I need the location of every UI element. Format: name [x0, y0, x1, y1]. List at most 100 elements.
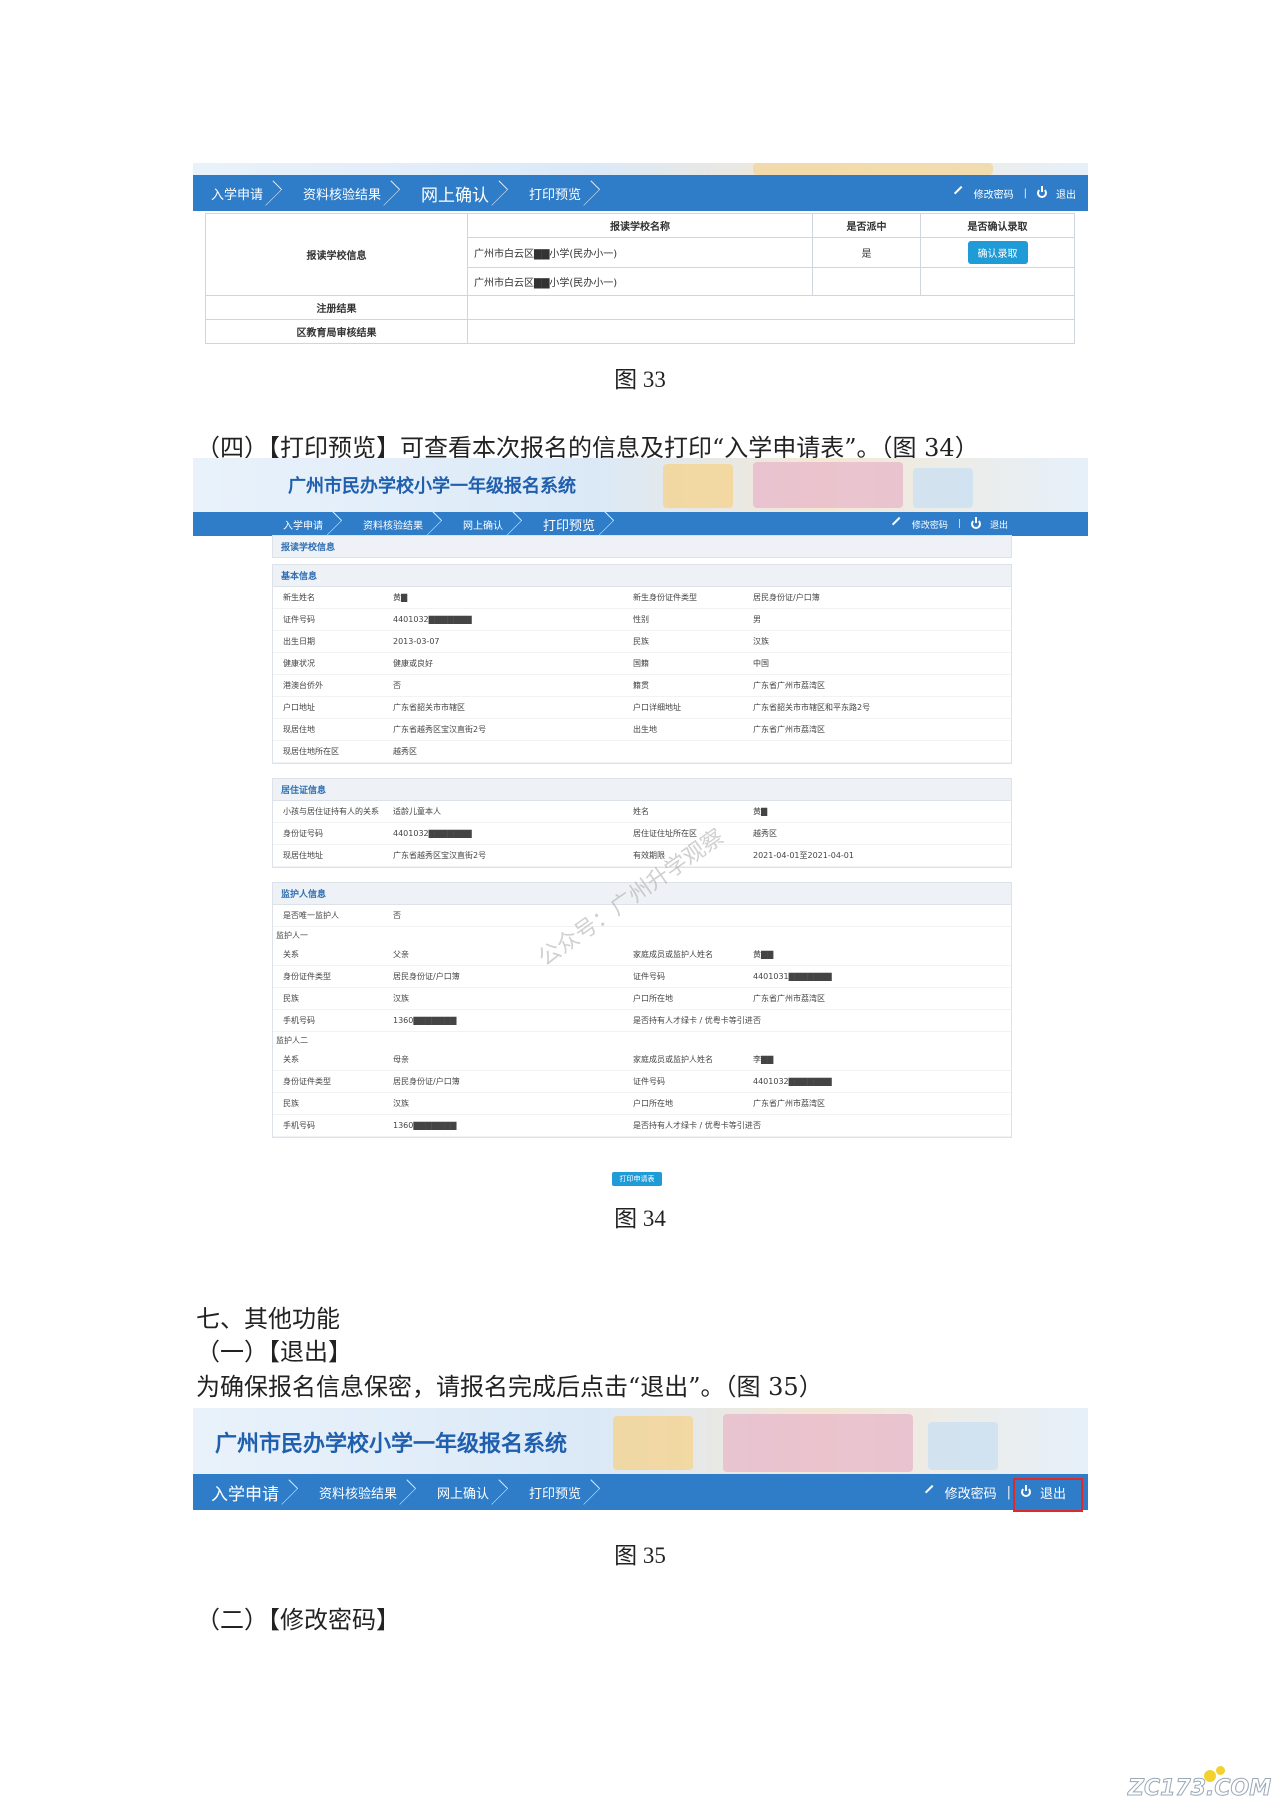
power-icon: [1037, 186, 1047, 198]
field-label: 出生日期: [283, 637, 315, 646]
nav-tab-verification[interactable]: 资料核验结果: [285, 175, 403, 211]
form-row: 手机号码 1360▇▇▇▇▇▇▇ 是否持有人才绿卡 / 优粤卡等引进人才证件否: [273, 1010, 1011, 1032]
field-label: 是否持有人才绿卡 / 优粤卡等引进人才证件: [633, 1016, 753, 1025]
application-preview-form: 报读学校信息 基本信息 新生姓名 黄▇ 新生身份证件类型 居民身份证/户口簿 证件号码 4…: [272, 535, 1012, 1138]
field-value: 适龄儿童本人: [393, 807, 441, 816]
field-label: 身份证件类型: [283, 1077, 331, 1086]
nav-tab-application[interactable]: 入学申请: [265, 512, 345, 536]
banner-decoration: [913, 468, 973, 508]
field-label: 关系: [283, 1055, 299, 1064]
logout-link[interactable]: 退出: [990, 518, 1008, 531]
field-value: 否: [753, 1121, 761, 1130]
field-label: 家庭成员或监护人姓名: [633, 1055, 713, 1064]
district-review-value: [467, 319, 1075, 344]
form-row: 出生日期 2013-03-07 民族 汉族: [273, 631, 1011, 653]
nav-tab-application[interactable]: 入学申请: [193, 1474, 301, 1510]
nav-tab-verification[interactable]: 资料核验结果: [345, 512, 445, 536]
school2-assigned: [812, 267, 921, 296]
field-label: 民族: [633, 637, 649, 646]
field-value: 黄▇: [393, 593, 408, 602]
fig34-caption: 图 34: [614, 1206, 666, 1231]
field-label: 民族: [283, 994, 299, 1003]
field-label: 籍贯: [633, 681, 649, 690]
section-residence-permit: 居住证信息 小孩与居住证持有人的关系 适龄儿童本人 姓名 黄▇ 身份证号码 4401032…: [272, 778, 1012, 868]
banner-decoration: [753, 462, 903, 508]
field-value: 广东省广州市荔湾区: [753, 725, 825, 734]
fig33-caption: 图 33: [614, 367, 666, 392]
logout-link[interactable]: 退出: [1056, 186, 1076, 201]
banner-decoration: [723, 1414, 913, 1472]
school1-name: 广州市白云区▇▇小学(民办小一): [467, 237, 813, 268]
field-value: 4401032▇▇▇▇▇▇▇: [393, 615, 472, 624]
field-label: 现居住地: [283, 725, 315, 734]
field-label: 出生地: [633, 725, 657, 734]
form-row: 民族 汉族 户口所在地 广东省广州市荔湾区: [273, 988, 1011, 1010]
col-confirm: 是否确认录取: [920, 213, 1075, 238]
pencil-icon: [891, 516, 906, 532]
change-password-link[interactable]: 修改密码: [974, 186, 1014, 201]
field-value: 4401032▇▇▇▇▇▇▇: [753, 1077, 832, 1086]
field-value: 汉族: [393, 1099, 409, 1108]
school-confirm-table: 报读学校信息 报读学校名称 是否派中 是否确认录取 广州市白云区▇▇小学(民办小…: [205, 213, 1075, 344]
form-row: 现居住地 广东省越秀区宝汉直街2号 出生地 广东省广州市荔湾区: [273, 719, 1011, 741]
change-password-link[interactable]: 修改密码: [945, 1483, 997, 1502]
field-value: 汉族: [393, 994, 409, 1003]
site-logo: ZC173.COM: [1127, 1776, 1272, 1802]
change-password-link[interactable]: 修改密码: [912, 518, 948, 531]
nav-tab-online-confirm[interactable]: 网上确认: [403, 175, 511, 211]
form-row: 关系 母亲 家庭成员或监护人姓名 李▇▇: [273, 1049, 1011, 1071]
nav-tab-print-preview[interactable]: 打印预览: [511, 175, 603, 211]
nav-tab-print-preview[interactable]: 打印预览: [511, 1474, 603, 1510]
form-row: 小孩与居住证持有人的关系 适龄儿童本人 姓名 黄▇: [273, 801, 1011, 823]
nav-tab-online-confirm[interactable]: 网上确认: [419, 1474, 511, 1510]
field-label: 证件号码: [633, 1077, 665, 1086]
field-label: 性别: [633, 615, 649, 624]
form-row: 现居住地所在区 越秀区: [273, 741, 1011, 763]
fig34-nav-bar: 入学申请 资料核验结果 网上确认 打印预览 修改密码 | 退出: [193, 512, 1088, 536]
confirm-admission-button[interactable]: 确认录取: [967, 241, 1028, 264]
nav-tab-verification[interactable]: 资料核验结果: [301, 1474, 419, 1510]
form-row: 民族 汉族 户口所在地 广东省广州市荔湾区: [273, 1093, 1011, 1115]
section-basic-info: 基本信息 新生姓名 黄▇ 新生身份证件类型 居民身份证/户口簿 证件号码 4401032▇…: [272, 564, 1012, 764]
field-value: 广东省广州市荔湾区: [753, 994, 825, 1003]
field-label: 关系: [283, 950, 299, 959]
field-value: 母亲: [393, 1055, 409, 1064]
field-value: 广东省越秀区宝汉直街2号: [393, 851, 487, 860]
field-label: 户口地址: [283, 703, 315, 712]
field-label: 国籍: [633, 659, 649, 668]
field-value: 广东省广州市荔湾区: [753, 681, 825, 690]
field-label: 姓名: [633, 807, 649, 816]
field-value: 1360▇▇▇▇▇▇▇: [393, 1121, 457, 1130]
field-value: 广东省韶关市市辖区: [393, 703, 465, 712]
field-value: 广东省广州市荔湾区: [753, 1099, 825, 1108]
guardian1-title: 监护人一: [276, 931, 308, 940]
banner-decoration: [663, 464, 733, 508]
col-assigned: 是否派中: [812, 213, 921, 238]
field-label: 民族: [283, 1099, 299, 1108]
form-row: 现居住地址 广东省越秀区宝汉直街2号 有效期限 2021-04-01至2021-04-…: [273, 845, 1011, 867]
field-label: 户口详细地址: [633, 703, 681, 712]
field-value: 居民身份证/户口簿: [393, 972, 460, 981]
field-label: 港澳台侨外: [283, 681, 323, 690]
label-district-review: 区教育局审核结果: [205, 319, 468, 344]
field-value: 李▇▇: [753, 1055, 774, 1064]
nav-tab-online-confirm[interactable]: 网上确认: [445, 512, 525, 536]
fig35-nav-bar: 入学申请 资料核验结果 网上确认 打印预览 修改密码 | 退出: [193, 1474, 1088, 1510]
nav-tab-application[interactable]: 入学申请: [193, 175, 285, 211]
confirm-cell: 确认录取: [920, 237, 1075, 268]
nav-separator: |: [1006, 1484, 1011, 1500]
field-value: 健康或良好: [393, 659, 433, 668]
field-value: 越秀区: [753, 829, 777, 838]
form-row: 户口地址 广东省韶关市市辖区 户口详细地址 广东省韶关市市辖区和平东路2号: [273, 697, 1011, 719]
field-label: 现居住地址: [283, 851, 323, 860]
nav-tab-print-preview[interactable]: 打印预览: [525, 512, 617, 536]
field-value: 男: [753, 615, 761, 624]
form-row: 港澳台侨外 否 籍贯 广东省广州市荔湾区: [273, 675, 1011, 697]
heading-other-functions: 七、其他功能: [196, 1305, 340, 1333]
field-value: 否: [753, 1016, 761, 1025]
fig35-caption: 图 35: [614, 1543, 666, 1568]
field-value: 2013-03-07: [393, 637, 440, 646]
registration-value: [467, 295, 1075, 320]
print-application-button[interactable]: 打印申请表: [612, 1172, 662, 1186]
form-row: 身份证件类型 居民身份证/户口簿 证件号码 4401032▇▇▇▇▇▇▇: [273, 1071, 1011, 1093]
